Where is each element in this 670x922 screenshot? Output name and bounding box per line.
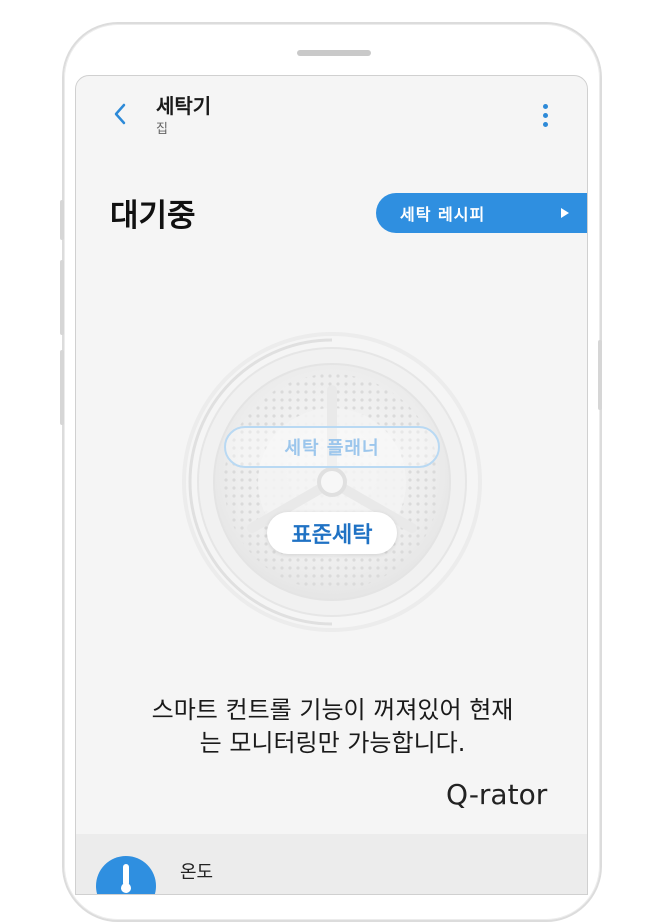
phone-speaker [297,50,371,56]
phone-side-button [60,200,64,240]
play-right-icon [561,208,569,218]
temperature-label: 온도 [180,862,214,883]
status-message: 스마트 컨트롤 기능이 꺼져있어 현재 는 모니터링만 가능합니다. [76,694,587,760]
temperature-row[interactable]: 온도 [76,834,587,894]
more-options-button[interactable] [533,100,557,130]
wash-recipe-button[interactable]: 세탁 레시피 [376,193,587,233]
brand-logo: Q-rator [446,778,548,811]
status-label: 대기중 [110,198,196,234]
thermometer-icon [96,856,156,894]
chevron-left-icon [114,103,126,125]
phone-side-button [60,350,64,425]
back-button[interactable] [108,102,132,126]
phone-side-button [60,260,64,335]
wash-planner-button[interactable]: 세탁 플래너 [224,426,440,468]
more-vertical-icon [542,103,548,109]
page-title: 세탁기 [156,94,212,118]
wash-course-button[interactable]: 표준세탁 [267,512,397,554]
wash-recipe-label: 세탁 레시피 [400,205,486,224]
status-message-line: 스마트 컨트롤 기능이 꺼져있어 현재 [151,696,514,724]
washer-drum-dial [182,332,482,632]
page-subtitle: 집 [156,122,168,137]
phone-side-button [598,340,602,410]
status-message-line: 는 모니터링만 가능합니다. [199,729,466,757]
app-screen: 세탁기 집 대기중 세탁 레시피 세탁 플래너 표준세탁 스마트 컨트롤 기능이… [75,75,588,895]
